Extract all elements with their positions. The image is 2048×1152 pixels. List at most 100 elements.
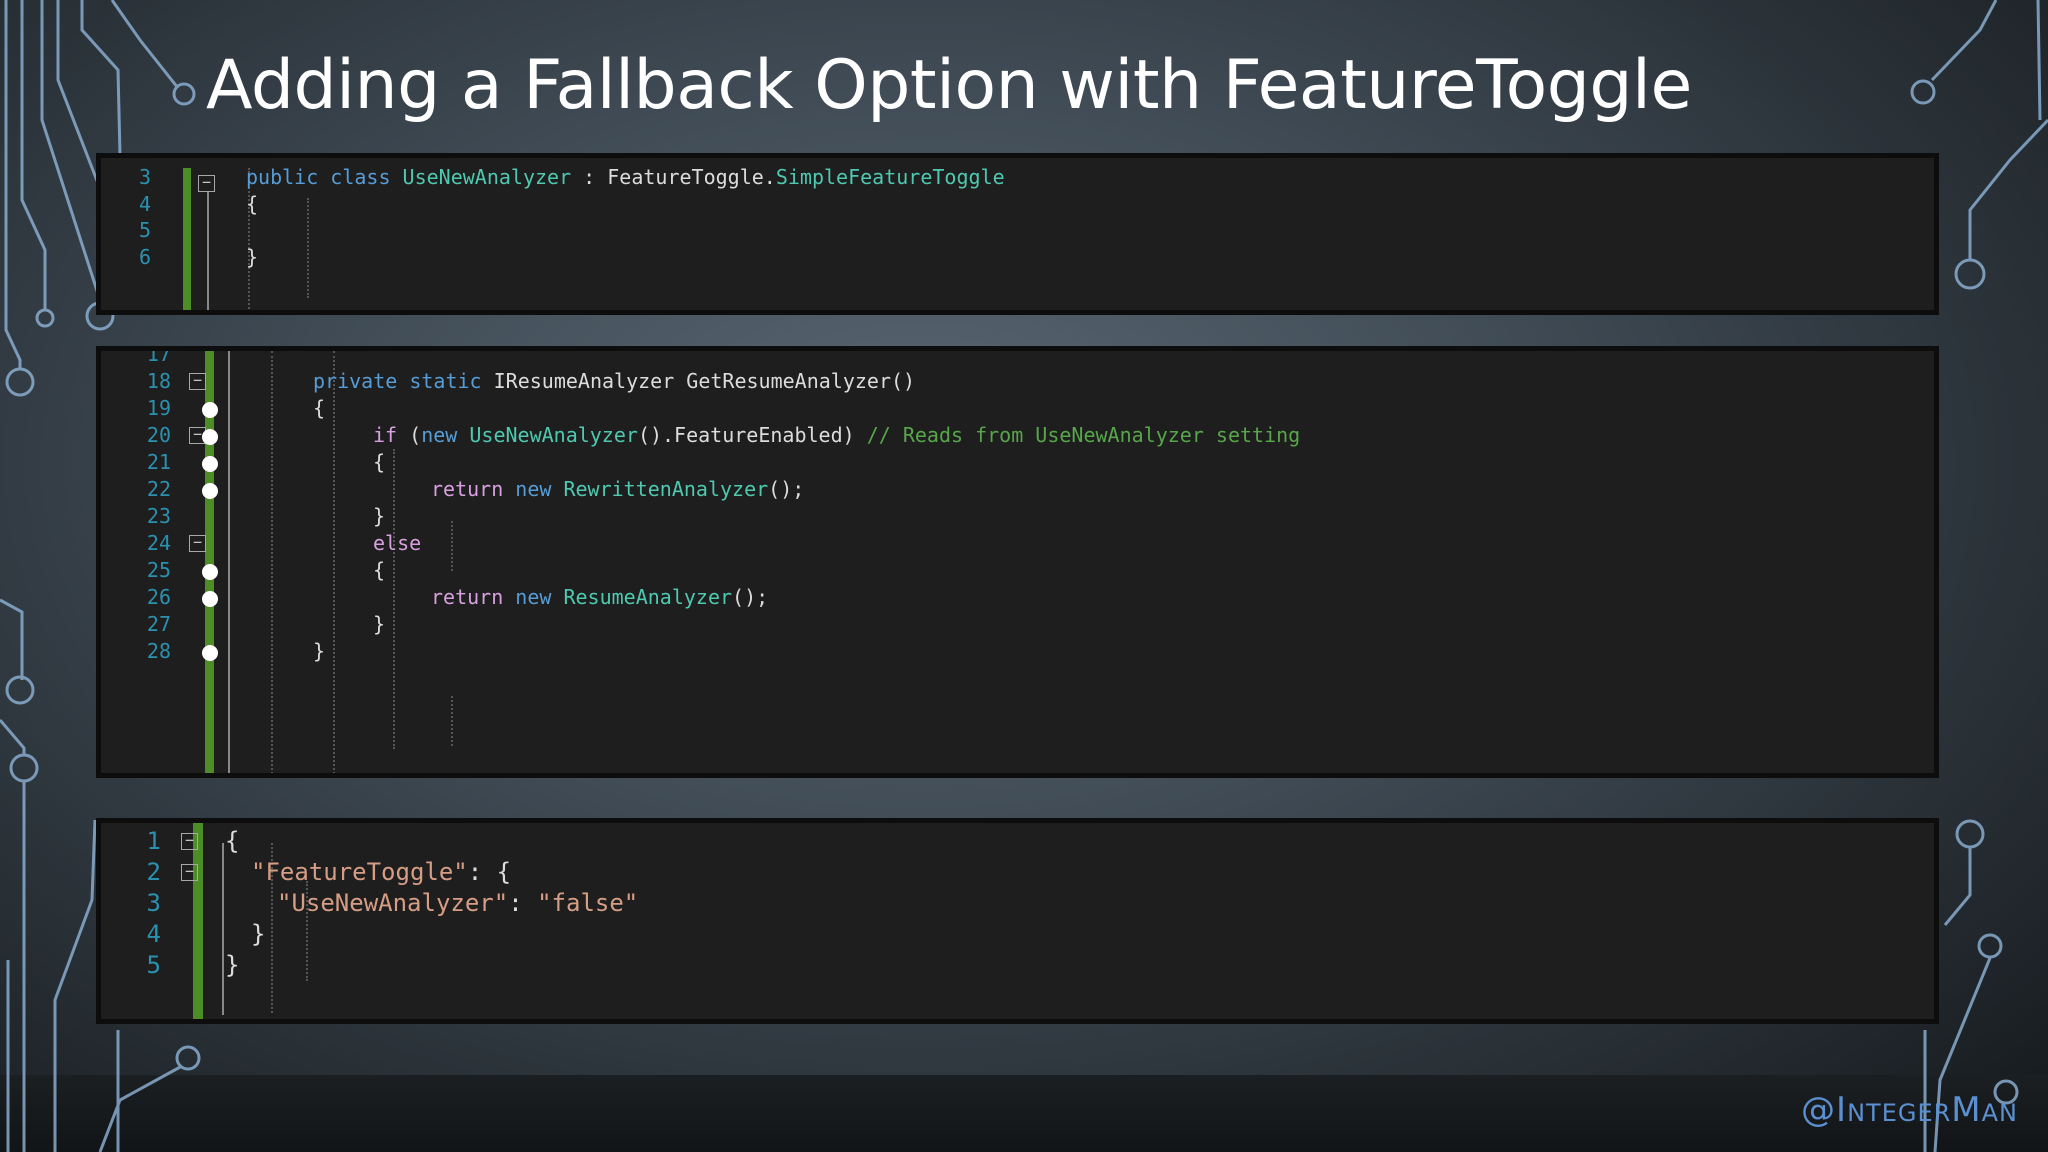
code-token: // Reads from UseNewAnalyzer setting [866,423,1301,447]
line-number: 1 [146,827,161,855]
line-number: 20 [146,423,171,447]
line-number: 6 [138,244,151,269]
line-number: 28 [146,639,171,663]
code-token: if [373,423,398,447]
code-panel-json: 1{−2 "FeatureToggle": {−3 "UseNewAnalyzer"… [96,818,1939,1024]
code-token: new [421,423,470,447]
code-token: { [225,827,240,855]
line-number: 23 [146,504,171,528]
collapse-minus-icon[interactable]: − [189,535,206,552]
breakpoint-dot-icon[interactable] [202,428,218,445]
code-token: "UseNewAnalyzer" [277,889,509,917]
breakpoint-dot-icon[interactable] [202,455,218,472]
code-token: } [313,639,326,663]
code-line[interactable]: 26 return new ResumeAnalyzer(); [101,584,1934,611]
code-token: "false" [537,889,639,917]
line-number: 18 [146,369,171,393]
code-panel-method: 17 18 private static IResumeAnalyzer GetRe… [96,346,1939,778]
code-line[interactable]: 3 public class UseNewAnalyzer : FeatureTo… [101,164,1934,191]
code-token: } [246,244,259,269]
line-number: 17 [146,346,171,366]
code-text: private static IResumeAnalyzer GetResume… [313,368,915,395]
code-text: else [373,530,421,557]
code-text: if (new UseNewAnalyzer().FeatureEnabled)… [373,422,1300,449]
code-token: { [373,558,386,582]
code-line[interactable]: 21 { [101,449,1934,476]
code-line[interactable]: 17 [101,346,1934,368]
line-number: 25 [146,558,171,582]
code-text: } [373,611,385,638]
code-token: UseNewAnalyzer [469,423,638,447]
collapse-minus-icon[interactable]: − [181,864,198,881]
breakpoint-dot-icon[interactable] [202,590,218,607]
code-token: private static [313,369,494,393]
line-number: 26 [146,585,171,609]
code-token: ( [397,423,422,447]
code-line[interactable]: 6} [101,244,1934,271]
code-token: "FeatureToggle" [251,858,468,886]
line-number: 19 [146,396,171,420]
code-line[interactable]: 3 "UseNewAnalyzer": "false" [101,888,1934,919]
code-token: RewrittenAnalyzer [563,477,769,501]
code-token: { [313,396,326,420]
code-token: } [373,612,386,636]
line-number: 5 [146,951,161,979]
line-number: 4 [146,920,161,948]
code-text: return new RewrittenAnalyzer(); [431,476,804,503]
collapse-minus-icon[interactable]: − [189,373,206,390]
code-text: "FeatureToggle": { [251,857,511,888]
breakpoint-dot-icon[interactable] [202,563,218,580]
breakpoint-dot-icon[interactable] [202,644,218,661]
code-line[interactable]: 19 { [101,395,1934,422]
code-line[interactable]: 27} [101,611,1934,638]
code-token: (); [732,585,769,609]
code-token: : FeatureToggle. [571,165,776,189]
line-number: 21 [146,450,171,474]
code-line[interactable]: 22 return new RewrittenAnalyzer(); [101,476,1934,503]
code-text: } [373,503,385,530]
code-line[interactable]: 23} [101,503,1934,530]
code-text: { [373,449,385,476]
code-line[interactable]: 4} [101,919,1934,950]
collapse-minus-icon[interactable]: − [181,833,198,850]
code-line[interactable]: 18 private static IResumeAnalyzer GetResu… [101,368,1934,395]
brand-handle: @IntegerMan [1801,1090,2018,1130]
code-text: { [246,191,258,218]
code-line[interactable]: 28} [101,638,1934,665]
line-number: 22 [146,477,171,501]
line-number: 27 [146,612,171,636]
code-token: { [246,191,259,216]
code-token: } [373,504,386,528]
code-text: } [313,638,325,665]
code-text: } [225,950,239,981]
code-token: : { [467,858,512,886]
line-number: 2 [146,858,161,886]
code-text: { [373,557,385,584]
code-line[interactable]: 4{ [101,191,1934,218]
code-token: new [515,585,564,609]
code-line[interactable]: 20 if (new UseNewAnalyzer().FeatureEnable… [101,422,1934,449]
indent-guide [451,696,453,746]
code-line[interactable]: 5 [101,217,1934,244]
code-text: { [225,826,239,857]
code-token: public class [246,165,403,189]
breakpoint-dot-icon[interactable] [202,401,218,418]
code-text: "UseNewAnalyzer": "false" [277,888,638,919]
code-line[interactable]: 25 { [101,557,1934,584]
code-token: } [225,951,240,979]
code-line[interactable]: 2 "FeatureToggle": { [101,857,1934,888]
code-token: (); [768,477,805,501]
code-text: return new ResumeAnalyzer(); [431,584,768,611]
code-token: UseNewAnalyzer [402,165,572,189]
code-text: } [251,919,265,950]
code-text: public class UseNewAnalyzer : FeatureTog… [246,164,1005,191]
code-text: } [246,244,258,271]
slide-title: Adding a Fallback Option with FeatureTog… [206,46,1692,125]
line-number: 24 [146,531,171,555]
breakpoint-dot-icon[interactable] [202,482,218,499]
line-number: 4 [138,191,151,216]
code-line[interactable]: 1{ [101,826,1934,857]
code-line[interactable]: 24 else [101,530,1934,557]
code-line[interactable]: 5} [101,950,1934,981]
code-token: return [431,585,516,609]
